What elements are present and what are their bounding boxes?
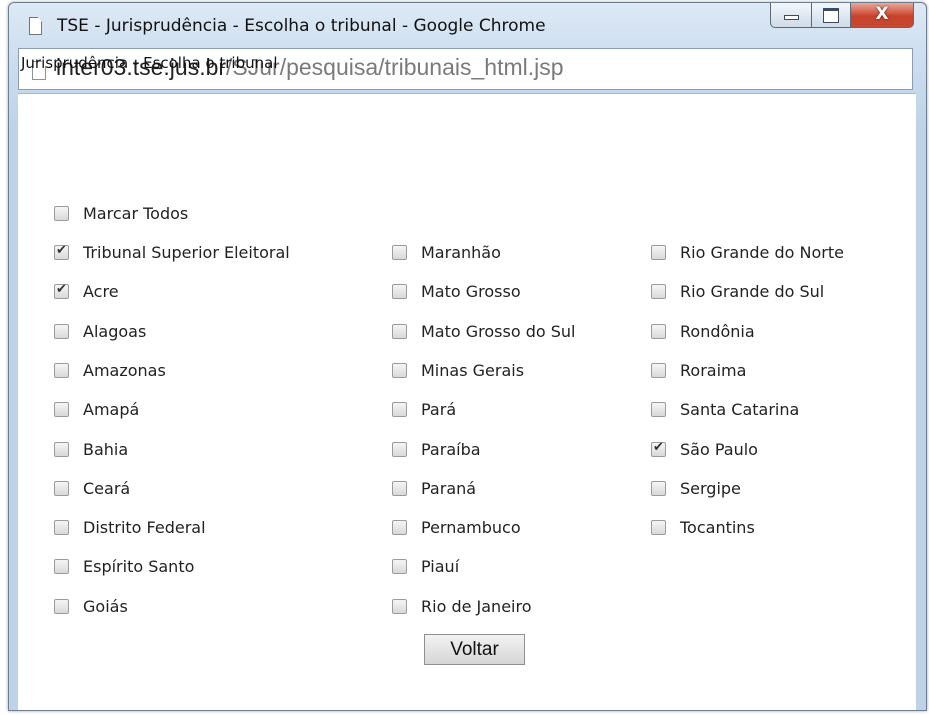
title-bar[interactable]: TSE - Jurisprudência - Escolha o tribuna… [9,3,926,45]
checkbox-label[interactable]: Tribunal Superior Eleitoral [83,243,290,262]
close-icon: X [875,4,889,24]
minimize-button[interactable] [770,3,812,28]
checkbox[interactable] [54,442,69,457]
checkbox-label[interactable]: Roraima [680,361,746,380]
checkbox-label[interactable]: Rio Grande do Sul [680,282,824,301]
checkbox-label[interactable]: Sergipe [680,479,741,498]
checkbox-label[interactable]: Amapá [83,400,139,419]
checkbox[interactable] [54,243,69,260]
minimize-icon [784,15,799,20]
checkbox[interactable] [651,245,666,260]
checkbox-label[interactable]: Pará [421,400,456,419]
checkbox-label[interactable]: Amazonas [83,361,166,380]
checkbox-label[interactable]: Rondônia [680,322,755,341]
window-title: TSE - Jurisprudência - Escolha o tribuna… [57,16,546,36]
checkbox[interactable] [651,402,666,417]
checkbox-label[interactable]: Espírito Santo [83,557,194,576]
checkbox[interactable] [651,481,666,496]
checkbox[interactable] [392,599,407,614]
checkbox-label[interactable]: Acre [83,282,119,301]
maximize-button[interactable] [812,3,851,28]
checkbox-label[interactable]: Rio Grande do Norte [680,243,844,262]
checkbox[interactable] [392,559,407,574]
checkbox[interactable] [392,481,407,496]
checkbox[interactable] [392,402,407,417]
page-heading: Jurisprudência - Escolha o tribunal [21,54,278,72]
checkbox[interactable] [651,284,666,299]
checkbox[interactable] [651,440,666,457]
checkbox[interactable] [54,206,69,221]
checkbox-label[interactable]: Paraíba [421,440,481,459]
checkbox[interactable] [54,402,69,417]
checkbox[interactable] [392,284,407,299]
checkbox[interactable] [651,520,666,535]
close-button[interactable]: X [851,3,914,28]
checkbox[interactable] [392,363,407,378]
checkbox-label[interactable]: Bahia [83,440,128,459]
checkbox[interactable] [54,520,69,535]
checkbox-label[interactable]: Minas Gerais [421,361,524,380]
checkbox[interactable] [392,324,407,339]
checkbox-label[interactable]: São Paulo [680,440,758,459]
checkbox-label[interactable]: Marcar Todos [83,204,188,223]
page-icon [29,17,42,35]
checkbox[interactable] [54,481,69,496]
checkbox-label[interactable]: Paraná [421,479,476,498]
checkbox-label[interactable]: Mato Grosso do Sul [421,322,576,341]
maximize-icon [823,8,839,23]
checkbox-label[interactable]: Piauí [421,557,459,576]
checkbox-label[interactable]: Mato Grosso [421,282,521,301]
checkbox[interactable] [54,282,69,299]
checkbox-label[interactable]: Pernambuco [421,518,521,537]
checkbox[interactable] [54,559,69,574]
checkbox-label[interactable]: Tocantins [680,518,755,537]
checkbox[interactable] [392,442,407,457]
checkbox-label[interactable]: Santa Catarina [680,400,799,419]
checkbox-label[interactable]: Maranhão [421,243,501,262]
back-button[interactable]: Voltar [424,634,525,665]
checkbox[interactable] [54,324,69,339]
checkbox-label[interactable]: Goiás [83,597,128,616]
checkbox[interactable] [54,599,69,614]
checkbox[interactable] [392,520,407,535]
checkbox-label[interactable]: Alagoas [83,322,146,341]
checkbox[interactable] [54,363,69,378]
checkbox[interactable] [651,363,666,378]
checkbox-label[interactable]: Distrito Federal [83,518,206,537]
checkbox-label[interactable]: Ceará [83,479,130,498]
window-controls: X [770,3,914,29]
checkbox-label[interactable]: Rio de Janeiro [421,597,532,616]
checkbox[interactable] [392,245,407,260]
checkbox[interactable] [651,324,666,339]
